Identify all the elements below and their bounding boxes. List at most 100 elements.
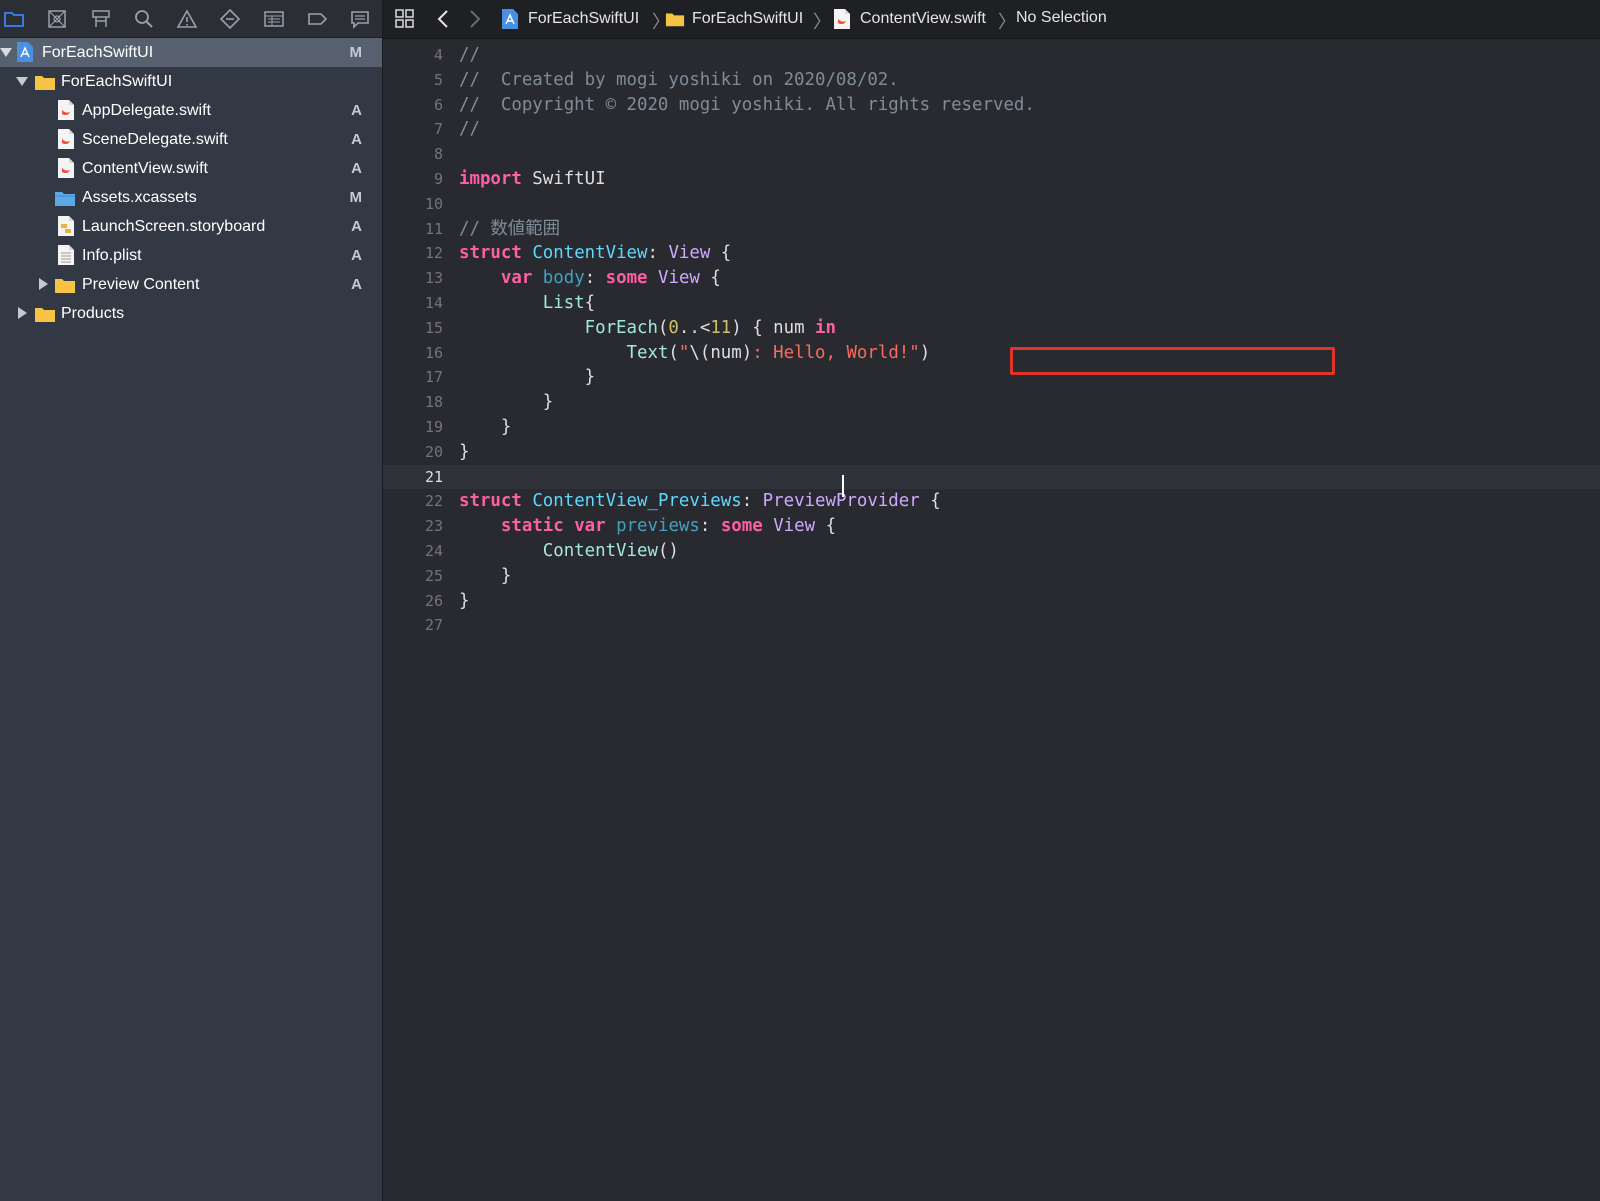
- code-line[interactable]: 4 //: [383, 43, 1600, 68]
- tree-item-label: SceneDelegate.swift: [82, 131, 228, 148]
- line-number: 11: [424, 219, 443, 238]
- code-line[interactable]: 21: [383, 464, 1600, 490]
- code-text: }: [459, 589, 469, 614]
- line-number: 5: [433, 70, 443, 89]
- tree-item-project[interactable]: ForEachSwiftUI M: [0, 38, 382, 67]
- code-line[interactable]: 14 List{: [383, 291, 1600, 316]
- code-line[interactable]: 6 // Copyright © 2020 mogi yoshiki. All r…: [383, 93, 1600, 118]
- code-line[interactable]: 22 struct ContentView_Previews: PreviewPr…: [383, 489, 1600, 514]
- line-number: 13: [424, 269, 443, 288]
- code-token: ) { num: [731, 317, 816, 338]
- tree-item-launchscreen[interactable]: LaunchScreen.storyboard A: [0, 212, 382, 241]
- code-line[interactable]: 11 // 数値範囲: [383, 217, 1600, 242]
- source-control-icon[interactable]: [43, 5, 71, 33]
- disclosure-closed-icon[interactable]: [37, 278, 49, 290]
- status-badge: A: [351, 247, 362, 264]
- code-token: struct: [459, 491, 522, 512]
- tree-item-appdelegate[interactable]: AppDelegate.swift A: [0, 96, 382, 125]
- tree-item-label: Assets.xcassets: [82, 189, 197, 206]
- forward-chevron-icon[interactable]: [463, 7, 487, 31]
- tree-item-group[interactable]: ForEachSwiftUI: [0, 67, 382, 96]
- tree-item-preview-content[interactable]: Preview Content A: [0, 270, 382, 299]
- code-token: }: [459, 392, 554, 413]
- code-token: (: [668, 342, 679, 363]
- tree-item-label: ForEachSwiftUI: [61, 73, 173, 90]
- jump-bar: ForEachSwiftUI 〉 ForEachSwiftUI 〉 Conten…: [383, 0, 1600, 39]
- back-chevron-icon[interactable]: [431, 7, 455, 31]
- tree-item-products[interactable]: Products: [0, 299, 382, 328]
- code-line[interactable]: 13 var body: some View {: [383, 266, 1600, 291]
- code-text: ForEach(0..<11) { num in: [459, 316, 836, 341]
- code-token: SwiftUI: [521, 169, 606, 189]
- debug-icon[interactable]: [260, 5, 288, 33]
- find-icon[interactable]: [130, 5, 158, 33]
- disclosure-closed-icon[interactable]: [16, 307, 28, 319]
- tree-item-label: Info.plist: [82, 247, 142, 264]
- project-navigator-icon[interactable]: [0, 5, 28, 33]
- tree-item-infoplist[interactable]: Info.plist A: [0, 241, 382, 270]
- code-line[interactable]: 18 }: [383, 390, 1600, 415]
- issue-icon[interactable]: [173, 5, 201, 33]
- breadcrumb-group[interactable]: ForEachSwiftUI: [665, 9, 803, 29]
- tree-item-scenedelegate[interactable]: SceneDelegate.swift A: [0, 125, 382, 154]
- code-text: }: [459, 390, 553, 415]
- test-icon[interactable]: [216, 5, 244, 33]
- related-items-icon[interactable]: [393, 7, 417, 31]
- code-line[interactable]: 9 import SwiftUI: [383, 167, 1600, 192]
- code-line[interactable]: 25 }: [383, 564, 1600, 589]
- code-token: Text: [626, 342, 669, 363]
- code-token: {: [584, 293, 596, 313]
- tree-item-label: ContentView.swift: [82, 160, 208, 177]
- breadcrumb-separator-icon: 〉: [998, 12, 1016, 32]
- code-text: }: [459, 415, 511, 440]
- asset-catalog-icon: [54, 187, 76, 209]
- line-number: 9: [433, 170, 443, 188]
- code-token: static: [500, 516, 564, 537]
- code-line[interactable]: 10: [383, 192, 1600, 217]
- code-token: List: [542, 293, 585, 313]
- breadcrumb-project[interactable]: ForEachSwiftUI: [501, 9, 639, 29]
- code-token: 0: [668, 317, 679, 338]
- breakpoint-icon[interactable]: [303, 5, 331, 33]
- code-token: ): [919, 342, 931, 363]
- code-line[interactable]: 5 // Created by mogi yoshiki on 2020/08/0…: [383, 68, 1600, 93]
- code-token: ContentView: [542, 541, 658, 561]
- tree-item-contentview[interactable]: ContentView.swift A: [0, 154, 382, 183]
- folder-icon: [54, 274, 76, 296]
- symbol-navigator-icon[interactable]: [87, 5, 115, 33]
- code-line[interactable]: 26}: [383, 589, 1600, 614]
- disclosure-open-icon[interactable]: [16, 75, 28, 87]
- code-token: }: [459, 441, 470, 462]
- code-token: 11: [710, 317, 732, 338]
- status-badge: A: [351, 276, 362, 293]
- code-line[interactable]: 24 ContentView(): [383, 539, 1600, 564]
- line-number: 22: [424, 492, 443, 511]
- breadcrumb-selection[interactable]: No Selection: [1016, 9, 1107, 27]
- code-line[interactable]: 16 Text("\(num): Hello, World!"): [383, 341, 1600, 366]
- text-cursor: [842, 475, 844, 497]
- report-icon[interactable]: [346, 5, 374, 33]
- code-line[interactable]: 17 }: [383, 365, 1600, 390]
- code-line[interactable]: 27: [383, 613, 1600, 638]
- navigator-toolbar: [0, 0, 382, 38]
- code-line[interactable]: 15 ForEach(0..<11) { num in: [383, 316, 1600, 341]
- tree-item-assets[interactable]: Assets.xcassets M: [0, 183, 382, 212]
- code-token: View: [668, 243, 711, 264]
- code-line[interactable]: 20}: [383, 440, 1600, 465]
- line-number: 17: [424, 368, 443, 387]
- code-line[interactable]: 8: [383, 142, 1600, 167]
- disclosure-open-icon[interactable]: [0, 46, 12, 58]
- code-token: \(num): [689, 342, 753, 363]
- breadcrumb-file[interactable]: ContentView.swift: [833, 9, 986, 29]
- status-badge: A: [351, 218, 362, 235]
- code-line[interactable]: 23 static var previews: some View {: [383, 514, 1600, 539]
- code-line[interactable]: 12 struct ContentView: View {: [383, 241, 1600, 266]
- line-number: 26: [424, 591, 443, 610]
- code-line[interactable]: 7 //: [383, 117, 1600, 142]
- code-line[interactable]: 19 }: [383, 415, 1600, 440]
- code-area[interactable]: 4 // 5 // Created by mogi yoshiki on 2020/0…: [383, 39, 1600, 1201]
- code-token: var: [500, 268, 533, 289]
